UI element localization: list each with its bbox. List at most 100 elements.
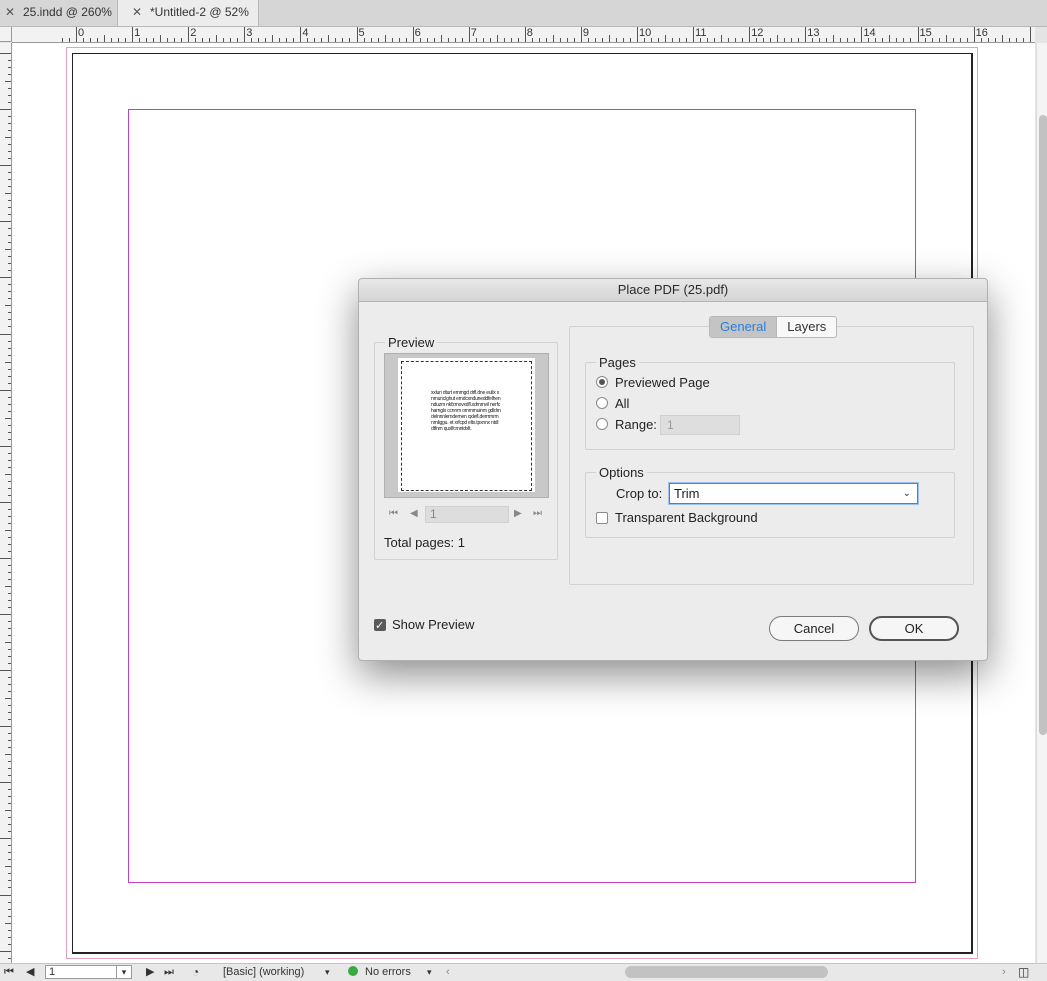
ruler-tick — [496, 35, 498, 42]
ruler-tick — [5, 642, 11, 644]
ruler-tick — [665, 35, 667, 42]
dialog-title[interactable]: Place PDF (25.pdf) — [359, 279, 987, 302]
chevron-down-icon[interactable]: ▾ — [116, 966, 131, 978]
vertical-ruler[interactable] — [0, 43, 12, 963]
ruler-tick — [489, 38, 491, 42]
previous-page-icon[interactable]: ◀ — [26, 964, 34, 981]
ruler-tick — [8, 228, 11, 230]
ruler-label: 6 — [414, 27, 421, 39]
page-number-field[interactable]: 1 ▾ — [45, 965, 132, 979]
ruler-tick — [384, 35, 386, 42]
ruler-tick — [5, 249, 11, 251]
vertical-scrollbar[interactable] — [1036, 43, 1047, 963]
ruler-tick — [770, 38, 772, 42]
ruler-tick — [8, 396, 11, 398]
checkbox-label: Transparent Background — [615, 510, 758, 525]
ok-button[interactable]: OK — [869, 616, 959, 641]
horizontal-ruler[interactable]: 0 1 2 3 4 5 6 7 8 9 10 11 12 13 14 15 16 — [12, 27, 1035, 43]
radio-label: All — [615, 396, 630, 411]
ruler-tick — [742, 38, 744, 42]
next-page-icon[interactable]: ▶ — [146, 964, 154, 981]
ruler-tick — [61, 38, 63, 42]
ruler-tick — [861, 27, 863, 42]
crop-to-select[interactable]: Trim ⌄ — [669, 483, 918, 504]
checkbox[interactable] — [596, 512, 608, 524]
ruler-tick — [8, 957, 11, 959]
ruler-tick — [342, 38, 344, 42]
first-page-icon[interactable]: ⏮ — [389, 505, 398, 523]
last-page-icon[interactable]: ⏭ — [164, 964, 174, 981]
ruler-tick — [707, 38, 709, 42]
ruler-tick — [552, 35, 554, 42]
radio-button[interactable] — [596, 397, 608, 409]
ruler-tick — [608, 35, 610, 42]
tab-general[interactable]: General — [710, 317, 778, 337]
ruler-tick — [8, 578, 11, 580]
tab-untitled-2[interactable]: ✕ *Untitled-2 @ 52% — [118, 0, 259, 26]
cancel-button[interactable]: Cancel — [769, 616, 859, 641]
ruler-tick — [8, 158, 11, 160]
tab-25-indd[interactable]: ✕ 25.indd @ 260% — [0, 0, 118, 26]
next-page-icon[interactable]: ▶ — [514, 505, 522, 523]
radio-button[interactable] — [596, 418, 608, 430]
vertical-scroll-thumb[interactable] — [1039, 115, 1047, 735]
chevron-down-icon[interactable]: ▾ — [325, 964, 330, 981]
ruler-tick — [125, 38, 127, 42]
last-page-icon[interactable]: ⏭ — [533, 505, 542, 523]
ruler-tick — [8, 852, 11, 854]
first-page-icon[interactable]: ⏮ — [4, 964, 14, 981]
ruler-tick — [454, 38, 456, 42]
ruler-tick — [566, 38, 568, 42]
ruler-tick — [735, 38, 737, 42]
ruler-tick — [5, 866, 11, 868]
preflight-status-icon — [348, 964, 358, 981]
ruler-tick — [8, 326, 11, 328]
close-tab-icon[interactable]: ✕ — [5, 0, 15, 25]
checkbox[interactable] — [374, 617, 386, 635]
status-bar: ⏮ ◀ 1 ▾ ▶ ⏭ ◔ [Basic] (working) ▾ No err… — [0, 963, 1047, 981]
ruler-tick — [637, 27, 638, 42]
ruler-label: 14 — [863, 27, 876, 39]
ruler-tick — [8, 375, 11, 377]
split-window-icon[interactable]: ◫ — [1018, 964, 1029, 981]
ruler-tick — [5, 81, 11, 83]
ruler-tick — [8, 130, 11, 132]
ruler-tick — [903, 38, 905, 42]
ruler-tick — [0, 389, 11, 391]
ruler-tick — [5, 529, 11, 531]
scroll-right-icon[interactable]: › — [1002, 964, 1006, 981]
ruler-tick — [8, 179, 11, 181]
ruler-tick — [391, 38, 393, 42]
ruler-tick — [153, 38, 155, 42]
radio-button[interactable] — [596, 376, 608, 388]
preflight-profile[interactable]: [Basic] (working) — [223, 964, 304, 981]
ruler-tick — [8, 403, 11, 405]
close-tab-icon[interactable]: ✕ — [132, 0, 142, 25]
ruler-tick — [111, 38, 113, 42]
scroll-left-icon[interactable]: ‹ — [446, 964, 450, 981]
ruler-tick — [8, 550, 11, 552]
ruler-tick — [0, 501, 11, 503]
ruler-tick — [0, 894, 11, 896]
chevron-down-icon[interactable]: ▾ — [427, 964, 432, 981]
ruler-tick — [8, 200, 11, 202]
tab-layers[interactable]: Layers — [777, 317, 836, 337]
ruler-tick — [8, 599, 11, 601]
horizontal-scroll-thumb[interactable] — [625, 966, 828, 978]
ruler-tick — [8, 340, 11, 342]
previous-page-icon[interactable]: ◀ — [410, 505, 418, 523]
preview-page-field[interactable]: 1 — [425, 506, 509, 523]
range-input[interactable]: 1 — [660, 415, 740, 435]
ruler-tick — [314, 38, 316, 42]
ruler-tick — [8, 487, 11, 489]
ruler-origin[interactable] — [0, 27, 12, 42]
preflight-errors[interactable]: No errors — [365, 964, 411, 981]
ruler-tick — [8, 845, 11, 847]
ruler-tick — [8, 536, 11, 538]
ruler-tick — [8, 74, 11, 76]
ruler-tick — [8, 60, 11, 61]
open-page-icon[interactable]: ◔ — [192, 964, 199, 981]
ruler-tick — [594, 38, 596, 42]
ruler-tick — [412, 27, 414, 42]
ruler-tick — [8, 452, 11, 454]
